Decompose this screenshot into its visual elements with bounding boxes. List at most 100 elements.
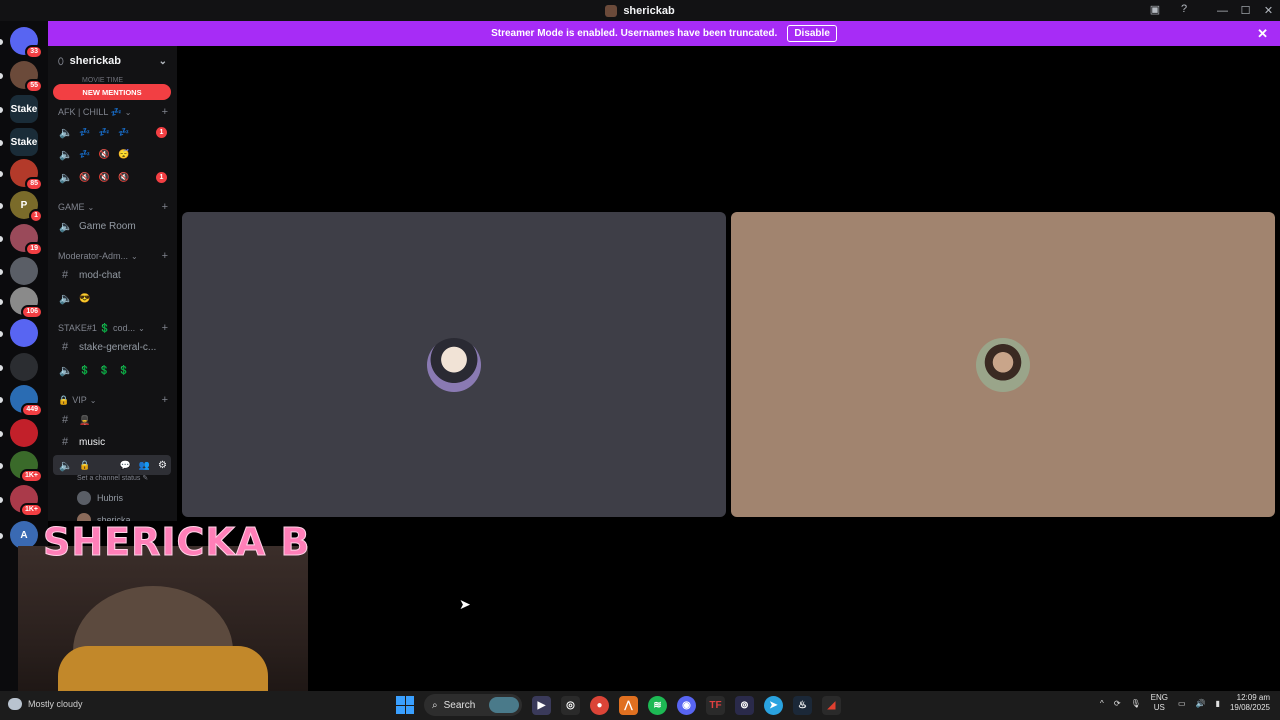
voice-channel-afk-1[interactable]: 🔈 💤 💤 💤 1	[53, 122, 171, 142]
app-a-icon[interactable]: ⋀	[619, 695, 638, 715]
minimize-icon[interactable]: —	[1211, 5, 1234, 17]
clock[interactable]: 12:09 am 19/08/2025	[1230, 693, 1270, 713]
channel-name: 🔇 🔇 🔇	[79, 171, 133, 182]
channel-name: 💂	[79, 414, 94, 425]
category-game-label: GAME	[58, 202, 85, 212]
unread-pip	[0, 299, 3, 305]
voice-channel-afk-3[interactable]: 🔈 🔇 🔇 🔇 1	[53, 167, 171, 187]
text-channel-vip[interactable]: # 💂	[53, 410, 171, 430]
steam-icon[interactable]: ♨	[793, 695, 812, 715]
channel-status-prompt[interactable]: Set a channel status ✎	[77, 474, 148, 482]
chevron-down-icon[interactable]: ⌄	[159, 56, 167, 67]
speaker-icon: 🔈	[59, 364, 73, 377]
text-channel-mod-chat[interactable]: # mod-chat	[53, 265, 171, 285]
media-app-icon[interactable]: ▶	[532, 695, 551, 715]
server-icon[interactable]: 85	[0, 159, 43, 191]
unread-pip	[0, 269, 3, 275]
close-window-icon[interactable]: ✕	[1257, 4, 1280, 17]
volume-icon[interactable]: 🔊	[1196, 699, 1206, 708]
chevron-up-icon[interactable]: ^	[1100, 699, 1104, 708]
discord-icon[interactable]: ◉	[677, 695, 696, 715]
server-icon[interactable]	[0, 353, 38, 381]
gear-icon[interactable]: ⚙	[158, 460, 167, 471]
server-icon[interactable]: 1K+	[0, 451, 43, 483]
network-icon[interactable]: ▭	[1178, 699, 1186, 708]
language-indicator[interactable]: ENG US	[1151, 693, 1168, 713]
weather-widget[interactable]: Mostly cloudy	[8, 698, 83, 710]
category-stake-label: STAKE#1 💲 cod...	[58, 322, 136, 333]
add-channel-icon[interactable]: +	[162, 394, 168, 406]
add-channel-icon[interactable]: +	[162, 250, 168, 262]
unread-pip	[0, 39, 3, 45]
participant-avatar	[427, 337, 481, 392]
obs-icon[interactable]: ◎	[561, 695, 580, 715]
banner-message: Streamer Mode is enabled. Usernames have…	[491, 28, 778, 39]
new-mentions-pill[interactable]: NEW MENTIONS	[53, 84, 171, 100]
video-tile-left[interactable]	[182, 212, 726, 517]
inbox-icon[interactable]: ▣	[1148, 3, 1162, 17]
telegram-icon[interactable]: ➤	[764, 695, 783, 715]
add-channel-icon[interactable]: +	[162, 322, 168, 334]
lang-code: ENG	[1150, 693, 1169, 702]
server-icon[interactable]: 106	[0, 287, 43, 319]
vpn-icon[interactable]: ⊚	[735, 695, 754, 715]
server-icon[interactable]: A	[0, 521, 38, 549]
channel-name: mod-chat	[79, 269, 121, 281]
battery-icon[interactable]: ▮	[1216, 699, 1220, 708]
category-afk[interactable]: AFK | CHILL 💤 ⌄ +	[58, 106, 168, 118]
participant-avatar	[976, 337, 1030, 392]
server-icon[interactable]: 449	[0, 385, 43, 417]
server-initials: A	[20, 529, 28, 541]
server-icon[interactable]: P1	[0, 191, 43, 223]
video-tile-right[interactable]	[731, 212, 1275, 517]
server-header[interactable]: ⬯ sherickab ⌄	[48, 46, 177, 76]
close-banner-icon[interactable]: ✕	[1257, 26, 1268, 42]
spotify-icon[interactable]: ≋	[648, 695, 667, 715]
hashtag-icon: #	[61, 269, 69, 281]
voice-channel-stake[interactable]: 🔈 💲 💲 💲	[53, 360, 171, 380]
microphone-icon[interactable]: 🎙	[1131, 699, 1141, 708]
server-icon[interactable]: Stake	[0, 128, 38, 156]
server-initials: Stake	[10, 136, 38, 148]
category-game[interactable]: GAME ⌄ +	[58, 201, 168, 213]
server-name: sherickab	[69, 55, 122, 67]
help-icon[interactable]: ?	[1177, 3, 1191, 17]
movie-time-channel[interactable]: MOVIE TIME	[82, 77, 123, 84]
chat-icon[interactable]: 💬	[120, 460, 131, 471]
server-icon[interactable]: Stake	[0, 95, 38, 123]
clock-time: 12:09 am	[1236, 693, 1270, 702]
chrome-icon[interactable]: ●	[590, 695, 609, 715]
invite-icon[interactable]: 👥	[139, 460, 150, 471]
voice-channel-active[interactable]: 🔈 🔒 💬 👥 ⚙	[53, 455, 171, 475]
tf-app-icon[interactable]: TF	[706, 695, 725, 715]
category-stake[interactable]: STAKE#1 💲 cod... ⌄ +	[58, 322, 168, 334]
server-icon[interactable]: 55	[0, 61, 43, 93]
voice-channel-game-room[interactable]: 🔈 Game Room	[53, 216, 171, 236]
server-icon[interactable]	[0, 419, 38, 447]
unread-pip	[0, 73, 3, 79]
server-icon[interactable]: 33	[0, 27, 43, 59]
disable-streamer-mode-button[interactable]: Disable	[787, 25, 837, 42]
voice-channel-mod[interactable]: 🔈 😎	[53, 288, 171, 308]
window-controls: — ☐ ✕	[1211, 0, 1280, 21]
add-channel-icon[interactable]: +	[162, 201, 168, 213]
server-icon[interactable]: 1K+	[0, 485, 43, 517]
windows-start-icon[interactable]	[396, 696, 414, 714]
server-icon[interactable]	[0, 319, 38, 347]
pencil-icon: ✎	[142, 475, 149, 482]
voice-channel-afk-2[interactable]: 🔈 💤 🔇 😴	[53, 144, 171, 164]
maximize-icon[interactable]: ☐	[1234, 4, 1257, 17]
text-channel-music[interactable]: # music	[53, 432, 171, 452]
taskbar-search[interactable]: ⌕ Search	[424, 694, 522, 716]
category-vip[interactable]: 🔒 VIP ⌄ +	[58, 394, 168, 406]
server-icon[interactable]: 19	[0, 224, 43, 256]
channel-name: Game Room	[79, 220, 136, 232]
voice-member[interactable]: Hubris	[77, 491, 123, 505]
refresh-icon[interactable]: ⟳	[1114, 699, 1121, 708]
red-app-icon[interactable]: ◢	[822, 695, 841, 715]
add-channel-icon[interactable]: +	[162, 106, 168, 118]
unread-badge: 1K+	[19, 469, 43, 483]
text-channel-stake-general[interactable]: # stake-general-c...	[53, 337, 171, 357]
server-icon[interactable]	[0, 257, 38, 285]
category-moderator[interactable]: Moderator-Adm... ⌄ +	[58, 250, 168, 262]
